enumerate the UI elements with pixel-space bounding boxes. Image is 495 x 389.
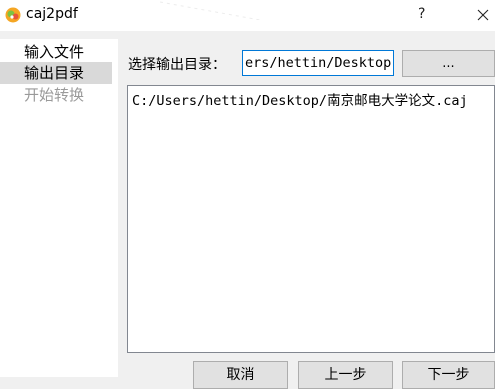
file-list[interactable]: C:/Users/hettin/Desktop/南京邮电大学论文.caj (127, 85, 495, 353)
sidebar-item-input-file[interactable]: 输入文件 (0, 41, 112, 63)
sidebar-item-output-dir[interactable]: 输出目录 (0, 62, 112, 84)
next-button[interactable]: 下一步 (402, 361, 495, 389)
cancel-button[interactable]: 取消 (193, 361, 288, 389)
close-icon (477, 9, 489, 21)
help-button[interactable]: ? (418, 6, 425, 22)
sidebar-item-start-convert[interactable]: 开始转换 (0, 84, 112, 106)
output-dir-label: 选择输出目录： (128, 57, 226, 73)
caj2pdf-app-icon (5, 7, 21, 23)
list-item[interactable]: C:/Users/hettin/Desktop/南京邮电大学论文.caj (132, 89, 468, 109)
watermark-decoration (160, 1, 260, 20)
browse-button[interactable]: ... (402, 50, 495, 77)
prev-button[interactable]: 上一步 (298, 361, 393, 389)
close-button[interactable] (471, 2, 495, 28)
output-path-input[interactable]: ers/hettin/Desktop (242, 50, 394, 76)
title-bar: caj2pdf ? (0, 0, 495, 31)
window-title: caj2pdf (26, 6, 78, 22)
wizard-sidebar: 输入文件 输出目录 开始转换 (0, 39, 118, 377)
